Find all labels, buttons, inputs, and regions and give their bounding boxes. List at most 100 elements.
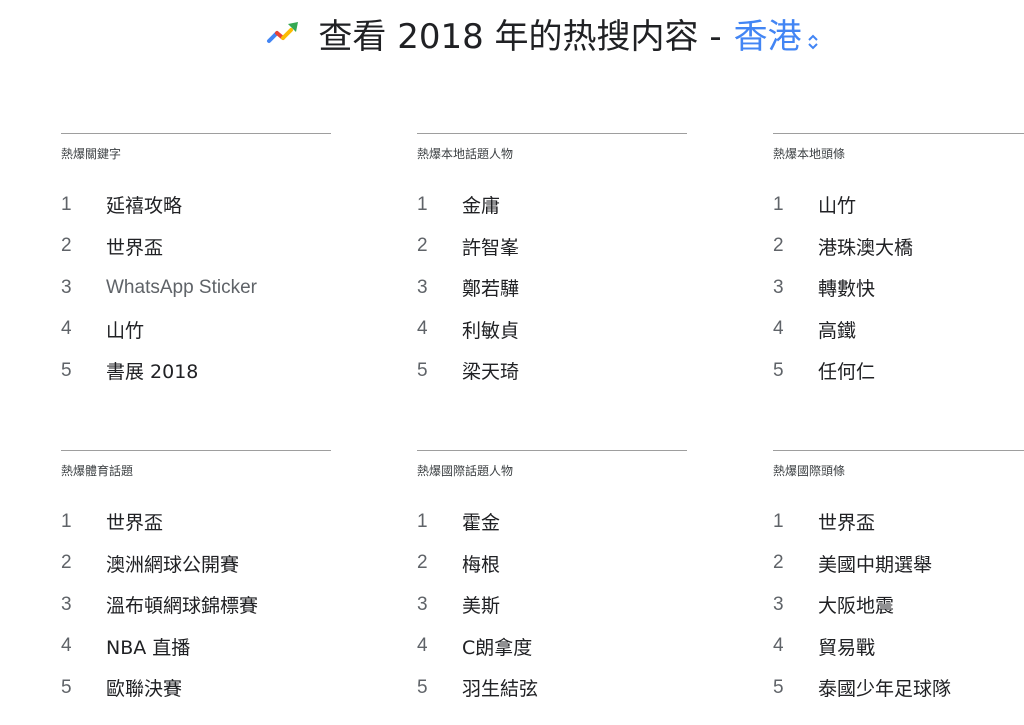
rank-number: 1 [417, 510, 428, 532]
search-term[interactable]: NBA 直播 [106, 633, 190, 660]
search-term[interactable]: C朗拿度 [462, 633, 532, 660]
list-item[interactable]: 5 梁天琦 [417, 350, 687, 392]
list-item[interactable]: 1 延禧攻略 [61, 184, 331, 226]
list-item[interactable]: 3 鄭若驊 [417, 267, 687, 309]
rank-number: 3 [61, 276, 72, 298]
list-item[interactable]: 1 金庸 [417, 184, 687, 226]
list-item[interactable]: 3 溫布頓網球錦標賽 [61, 584, 331, 626]
list-item[interactable]: 3 WhatsApp Sticker [61, 267, 331, 309]
rank-number: 1 [773, 193, 784, 215]
section-title: 熱爆國際頭條 [773, 464, 846, 478]
section-divider [773, 450, 1024, 451]
list-item[interactable]: 1 山竹 [773, 184, 1024, 226]
list-item[interactable]: 1 霍金 [417, 501, 687, 543]
search-term[interactable]: 梁天琦 [462, 357, 519, 384]
list-item[interactable]: 4 高鐵 [773, 309, 1024, 351]
rank-number: 4 [417, 318, 428, 340]
ranked-list: 1 金庸 2 許智峯 3 鄭若驊 4 利敏貞 5 梁天琦 [417, 184, 687, 392]
search-term[interactable]: 利敏貞 [462, 316, 519, 343]
rank-number: 4 [61, 318, 72, 340]
search-term[interactable]: 世界盃 [818, 508, 875, 535]
rank-number: 3 [417, 593, 428, 615]
search-term[interactable]: 貿易戰 [818, 633, 875, 660]
rank-number: 4 [773, 318, 784, 340]
rank-number: 3 [773, 276, 784, 298]
rank-number: 2 [61, 552, 72, 574]
rank-number: 5 [417, 676, 428, 698]
search-term[interactable]: 任何仁 [818, 357, 875, 384]
rank-number: 1 [773, 510, 784, 532]
list-item[interactable]: 3 美斯 [417, 584, 687, 626]
search-term[interactable]: 溫布頓網球錦標賽 [106, 591, 258, 618]
list-item[interactable]: 2 澳洲網球公開賽 [61, 543, 331, 585]
rank-number: 2 [417, 552, 428, 574]
rank-number: 5 [773, 676, 784, 698]
search-term[interactable]: 大阪地震 [818, 591, 894, 618]
section-divider [773, 133, 1024, 134]
list-item[interactable]: 5 歐聯決賽 [61, 667, 331, 709]
search-term[interactable]: 美斯 [462, 591, 500, 618]
list-item[interactable]: 5 書展 2018 [61, 350, 331, 392]
search-term[interactable]: 書展 2018 [106, 357, 198, 384]
section-international-people: 熱爆國際話題人物 1 霍金 2 梅根 3 美斯 4 C朗拿度 5 羽生結弦 [417, 450, 687, 725]
list-item[interactable]: 2 世界盃 [61, 226, 331, 268]
search-term[interactable]: 霍金 [462, 508, 500, 535]
list-item[interactable]: 1 世界盃 [773, 501, 1024, 543]
search-term[interactable]: 美國中期選舉 [818, 550, 932, 577]
rank-number: 5 [773, 359, 784, 381]
trending-up-icon [266, 19, 302, 47]
rank-number: 5 [417, 359, 428, 381]
list-item[interactable]: 1 世界盃 [61, 501, 331, 543]
rank-number: 1 [61, 193, 72, 215]
search-term[interactable]: 歐聯決賽 [106, 674, 182, 701]
section-divider [417, 450, 687, 451]
list-item[interactable]: 3 轉數快 [773, 267, 1024, 309]
page-header: 查看 2018 年的热搜内容 - 香港 [0, 8, 1024, 58]
search-term[interactable]: 泰國少年足球隊 [818, 674, 951, 701]
region-label[interactable]: 香港 [734, 9, 802, 58]
list-item[interactable]: 5 泰國少年足球隊 [773, 667, 1024, 709]
ranked-list: 1 世界盃 2 美國中期選舉 3 大阪地震 4 貿易戰 5 泰國少年足球隊 [773, 501, 1024, 709]
search-term[interactable]: 許智峯 [462, 233, 519, 260]
search-term[interactable]: 山竹 [106, 316, 144, 343]
search-term[interactable]: 高鐵 [818, 316, 856, 343]
list-item[interactable]: 2 美國中期選舉 [773, 543, 1024, 585]
region-selector[interactable]: 香港 [734, 9, 820, 58]
search-term[interactable]: 鄭若驊 [462, 274, 519, 301]
search-term[interactable]: 港珠澳大橋 [818, 233, 913, 260]
ranked-list: 1 延禧攻略 2 世界盃 3 WhatsApp Sticker 4 山竹 5 書展 201… [61, 184, 331, 392]
search-term[interactable]: 澳洲網球公開賽 [106, 550, 239, 577]
search-term[interactable]: 世界盃 [106, 508, 163, 535]
section-sports-topics: 熱爆體育話題 1 世界盃 2 澳洲網球公開賽 3 溫布頓網球錦標賽 4 NBA 直播 5… [61, 450, 331, 725]
search-term[interactable]: 羽生結弦 [462, 674, 538, 701]
rank-number: 2 [773, 552, 784, 574]
list-item[interactable]: 4 山竹 [61, 309, 331, 351]
rank-number: 5 [61, 359, 72, 381]
list-item[interactable]: 2 梅根 [417, 543, 687, 585]
unfold-more-icon[interactable] [806, 22, 820, 50]
rank-number: 4 [417, 635, 428, 657]
list-item[interactable]: 4 NBA 直播 [61, 626, 331, 668]
rank-number: 1 [417, 193, 428, 215]
section-divider [417, 133, 687, 134]
search-term[interactable]: 梅根 [462, 550, 500, 577]
section-local-headlines: 熱爆本地頭條 1 山竹 2 港珠澳大橋 3 轉數快 4 高鐵 5 任何仁 [773, 133, 1024, 408]
section-local-people: 熱爆本地話題人物 1 金庸 2 許智峯 3 鄭若驊 4 利敏貞 5 梁天琦 [417, 133, 687, 408]
search-term[interactable]: 世界盃 [106, 233, 163, 260]
rank-number: 3 [773, 593, 784, 615]
search-term[interactable]: 金庸 [462, 191, 500, 218]
list-item[interactable]: 2 許智峯 [417, 226, 687, 268]
list-item[interactable]: 3 大阪地震 [773, 584, 1024, 626]
search-term[interactable]: 延禧攻略 [106, 191, 182, 218]
search-term[interactable]: WhatsApp Sticker [106, 277, 257, 299]
list-item[interactable]: 4 C朗拿度 [417, 626, 687, 668]
list-item[interactable]: 5 任何仁 [773, 350, 1024, 392]
list-item[interactable]: 4 貿易戰 [773, 626, 1024, 668]
search-term[interactable]: 轉數快 [818, 274, 875, 301]
section-international-headlines: 熱爆國際頭條 1 世界盃 2 美國中期選舉 3 大阪地震 4 貿易戰 5 泰國少年足球隊 [773, 450, 1024, 725]
list-item[interactable]: 2 港珠澳大橋 [773, 226, 1024, 268]
list-item[interactable]: 4 利敏貞 [417, 309, 687, 351]
search-term[interactable]: 山竹 [818, 191, 856, 218]
list-item[interactable]: 5 羽生結弦 [417, 667, 687, 709]
section-divider [61, 133, 331, 134]
